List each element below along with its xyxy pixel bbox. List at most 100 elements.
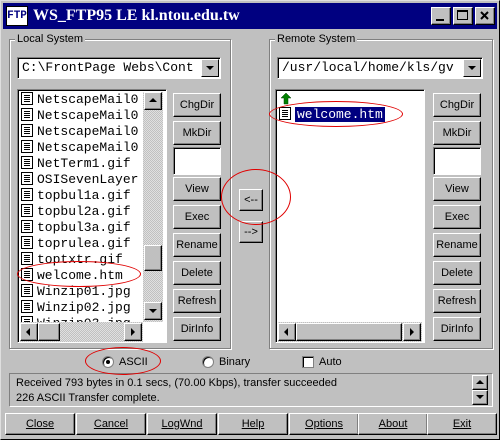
local-file-row[interactable]: Winzip01.jpg bbox=[21, 284, 131, 300]
radio-dot-icon bbox=[106, 360, 110, 364]
local-file-row[interactable]: NetscapeMail0 bbox=[21, 140, 138, 156]
local-file-row[interactable]: toprulea.gif bbox=[21, 236, 131, 252]
local-path-dropdown[interactable] bbox=[201, 59, 219, 77]
local-vscroll-track[interactable] bbox=[143, 92, 163, 322]
local-path-combo[interactable]: C:\FrontPage Webs\Cont bbox=[17, 57, 221, 79]
local-file-list[interactable]: NetscapeMail0 NetscapeMail0 NetscapeMail0 N… bbox=[17, 89, 167, 343]
left-arrow-icon bbox=[26, 328, 30, 336]
status-scroll-down[interactable] bbox=[472, 390, 488, 405]
right-arrow-icon bbox=[131, 328, 135, 336]
remote-system-label: Remote System bbox=[275, 33, 358, 46]
status-log[interactable]: Received 793 bytes in 0.1 secs, (70.00 K… bbox=[9, 373, 493, 407]
down-arrow-icon bbox=[149, 309, 157, 313]
remote-view-button[interactable]: View bbox=[433, 177, 481, 201]
local-file-row[interactable]: welcome.htm bbox=[21, 268, 123, 284]
binary-label[interactable]: Binary bbox=[219, 356, 250, 369]
local-dirinfo-button[interactable]: DirInfo bbox=[173, 317, 221, 341]
up-arrow-icon bbox=[476, 380, 484, 384]
file-icon bbox=[21, 284, 33, 297]
parent-directory-icon[interactable] bbox=[280, 93, 292, 105]
local-file-name: Winzip02.jpg bbox=[37, 300, 131, 315]
cancel-label: Cancel bbox=[93, 418, 129, 430]
options-button[interactable]: Options bbox=[289, 413, 359, 435]
local-file-row[interactable]: topbul2a.gif bbox=[21, 204, 131, 220]
help-label: Help bbox=[241, 418, 265, 430]
local-file-row[interactable]: topbul3a.gif bbox=[21, 220, 131, 236]
local-path-value: C:\FrontPage Webs\Cont bbox=[22, 60, 194, 75]
local-chgdir-button[interactable]: ChgDir bbox=[173, 93, 221, 117]
file-icon bbox=[21, 140, 33, 153]
local-refresh-button[interactable]: Refresh bbox=[173, 289, 221, 313]
local-mkdir-button[interactable]: MkDir bbox=[173, 121, 221, 145]
remote-refresh-button[interactable]: Refresh bbox=[433, 289, 481, 313]
title-bar[interactable]: FTP WS_FTP95 LE kl.ntou.edu.tw bbox=[3, 3, 497, 29]
local-scroll-down[interactable] bbox=[144, 302, 162, 320]
download-button[interactable]: <-- bbox=[239, 189, 263, 211]
about-button[interactable]: About bbox=[358, 413, 428, 435]
remote-delete-button[interactable]: Delete bbox=[433, 261, 481, 285]
status-scroll-up[interactable] bbox=[472, 375, 488, 390]
remote-scroll-right[interactable] bbox=[403, 323, 421, 341]
local-file-row[interactable]: topbul1a.gif bbox=[21, 188, 131, 204]
file-icon bbox=[279, 107, 291, 120]
remote-exec-button[interactable]: Exec bbox=[433, 205, 481, 229]
local-exec-button[interactable]: Exec bbox=[173, 205, 221, 229]
local-scroll-right[interactable] bbox=[124, 323, 142, 341]
remote-filter-input[interactable] bbox=[433, 147, 481, 175]
ascii-radio[interactable] bbox=[102, 356, 114, 368]
auto-checkbox[interactable] bbox=[302, 356, 314, 368]
remote-file-list[interactable]: welcome.htm bbox=[275, 89, 425, 343]
exit-button[interactable]: Exit bbox=[427, 413, 497, 435]
local-file-name: NetscapeMail0 bbox=[37, 140, 139, 155]
file-icon bbox=[21, 236, 33, 249]
ascii-label[interactable]: ASCII bbox=[119, 356, 148, 369]
remote-mkdir-button[interactable]: MkDir bbox=[433, 121, 481, 145]
local-filter-input[interactable] bbox=[173, 147, 221, 175]
close-button[interactable] bbox=[475, 7, 495, 25]
remote-chgdir-button[interactable]: ChgDir bbox=[433, 93, 481, 117]
local-file-name: toptxtr.gif bbox=[37, 252, 123, 267]
remote-scroll-left[interactable] bbox=[278, 323, 296, 341]
local-scroll-left[interactable] bbox=[20, 323, 38, 341]
help-button[interactable]: Help bbox=[218, 413, 288, 435]
local-file-row[interactable]: Winzip02.jpg bbox=[21, 300, 131, 316]
local-file-row[interactable]: OSISevenLayer bbox=[21, 172, 138, 188]
down-arrow-icon bbox=[476, 395, 484, 399]
minimize-button[interactable] bbox=[431, 7, 451, 25]
local-file-row[interactable]: toptxtr.gif bbox=[21, 252, 123, 268]
chevron-down-icon bbox=[206, 66, 214, 70]
cancel-button[interactable]: Cancel bbox=[76, 413, 146, 435]
close-app-button[interactable]: Close bbox=[5, 413, 75, 435]
local-rename-button[interactable]: Rename bbox=[173, 233, 221, 257]
remote-rename-button[interactable]: Rename bbox=[433, 233, 481, 257]
local-view-button[interactable]: View bbox=[173, 177, 221, 201]
close-icon bbox=[480, 11, 489, 20]
remote-path-dropdown[interactable] bbox=[463, 59, 481, 77]
file-icon bbox=[21, 108, 33, 121]
local-file-name: topbul2a.gif bbox=[37, 204, 131, 219]
maximize-button[interactable] bbox=[453, 7, 473, 25]
remote-dirinfo-button[interactable]: DirInfo bbox=[433, 317, 481, 341]
local-delete-button[interactable]: Delete bbox=[173, 261, 221, 285]
local-file-row[interactable]: NetscapeMail0 bbox=[21, 108, 138, 124]
remote-hscroll-thumb[interactable] bbox=[296, 323, 402, 341]
local-file-row[interactable]: NetTerm1.gif bbox=[21, 156, 131, 172]
minimize-icon bbox=[436, 19, 444, 21]
close-app-label: Close bbox=[25, 418, 55, 430]
local-hscroll-thumb[interactable] bbox=[38, 323, 60, 341]
remote-file-row[interactable]: welcome.htm bbox=[279, 107, 385, 123]
remote-path-combo[interactable]: /usr/local/home/kls/gv bbox=[277, 57, 483, 79]
right-arrow-icon bbox=[410, 328, 414, 336]
local-file-row[interactable]: NetscapeMail0 bbox=[21, 92, 138, 108]
chevron-down-icon bbox=[468, 66, 476, 70]
binary-radio[interactable] bbox=[202, 356, 214, 368]
auto-label[interactable]: Auto bbox=[319, 356, 342, 369]
file-icon bbox=[21, 300, 33, 313]
upload-button[interactable]: --> bbox=[239, 221, 263, 243]
local-scroll-thumb[interactable] bbox=[144, 245, 162, 271]
exit-label: Exit bbox=[452, 418, 472, 430]
local-scroll-up[interactable] bbox=[144, 92, 162, 110]
file-icon bbox=[21, 252, 33, 265]
logwnd-button[interactable]: LogWnd bbox=[147, 413, 217, 435]
local-file-row[interactable]: NetscapeMail0 bbox=[21, 124, 138, 140]
